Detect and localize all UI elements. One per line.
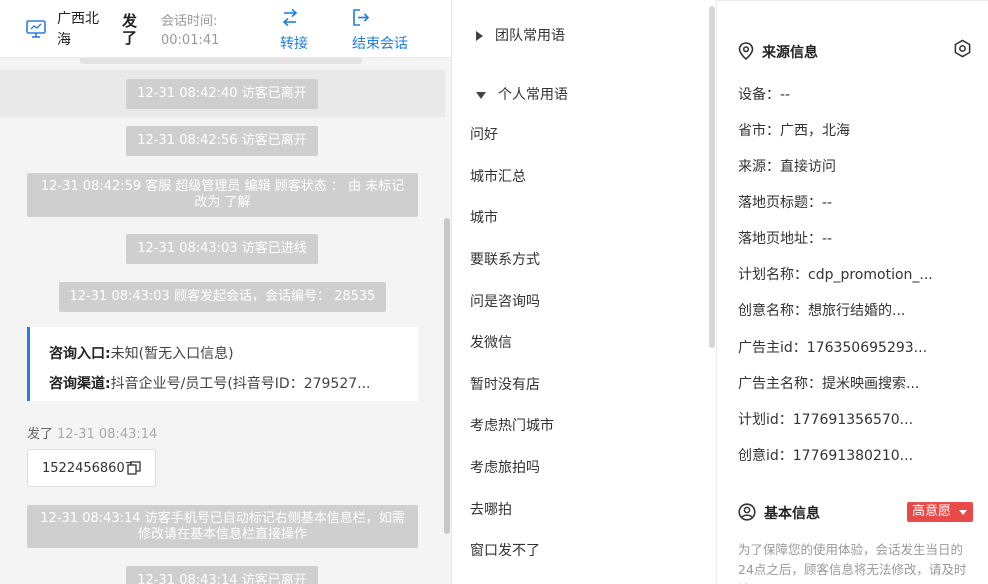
caret-down-icon xyxy=(959,510,967,515)
phrase-item[interactable]: 问好 xyxy=(470,124,498,144)
session-time-label: 会话时间: xyxy=(161,14,218,29)
personal-phrases-label: 个人常用语 xyxy=(498,87,568,103)
message-sender: 发了 12-31 08:43:14 xyxy=(27,423,157,442)
system-message: 12-31 08:42:56 访客已离开 xyxy=(126,126,318,156)
transfer-button[interactable]: 转接 xyxy=(280,8,308,53)
source-info-title: 来源信息 xyxy=(738,42,818,62)
monitor-icon xyxy=(26,20,46,38)
system-message: 12-31 08:43:03 顾客发起会话，会话编号： 28535 xyxy=(59,282,386,312)
intent-value: 高意愿 xyxy=(912,504,952,519)
message-text: 15224568607 xyxy=(42,461,133,476)
phrases-scrollbar[interactable] xyxy=(709,6,715,348)
session-time: 00:01:41 xyxy=(161,33,220,48)
source-info-row: 省市：广西，北海 xyxy=(738,123,850,139)
previous-message-edge xyxy=(80,58,362,64)
source-info-row: 广告主名称：提米映画搜索... xyxy=(738,376,920,392)
phrase-item[interactable]: 发微信 xyxy=(470,332,512,352)
transfer-label: 转接 xyxy=(280,36,308,52)
team-phrases-group[interactable]: 团队常用语 xyxy=(476,25,565,45)
personal-phrases-group[interactable]: 个人常用语 xyxy=(476,84,568,104)
system-message: 12-31 08:43:03 访客已进线 xyxy=(126,234,318,264)
phrase-item[interactable]: 窗口发不了 xyxy=(470,540,540,560)
end-session-label: 结束会话 xyxy=(352,36,408,52)
chat-scrollbar[interactable] xyxy=(444,218,450,534)
phrase-item[interactable]: 去哪拍 xyxy=(470,499,512,519)
phrase-item[interactable]: 暂时没有店 xyxy=(470,374,540,394)
chat-panel: 广西北海 发了 会话时间: 00:01:41 转接 结束会话 12-31 08:… xyxy=(0,0,452,584)
panel-divider xyxy=(717,0,988,6)
basic-info-label: 基本信息 xyxy=(764,506,820,522)
source-info-row: 设备：-- xyxy=(738,87,791,103)
user-circle-icon xyxy=(738,503,756,521)
phrase-item[interactable]: 考虑热门城市 xyxy=(470,415,554,435)
customer-info-panel: 来源信息 设备：-- 省市：广西，北海 来源：直接访问 落地页标题：-- 落地页… xyxy=(717,0,988,584)
visitor-name: 发了 xyxy=(122,12,138,47)
sender-time: 12-31 08:43:14 xyxy=(57,427,158,442)
chat-header: 广西北海 发了 会话时间: 00:01:41 转接 结束会话 xyxy=(0,0,451,58)
system-message: 12-31 08:42:40 访客已离开 xyxy=(126,79,318,109)
logout-icon xyxy=(353,9,370,26)
consult-info-card: 咨询入口:未知(暂无入口信息) 咨询渠道:抖音企业号/员工号(抖音号ID：279… xyxy=(27,327,418,401)
source-info-label: 来源信息 xyxy=(762,45,818,61)
caret-down-icon xyxy=(476,91,486,99)
consult-entry-label: 咨询入口: xyxy=(49,346,111,362)
phrase-item[interactable]: 要联系方式 xyxy=(470,249,540,269)
source-info-row: 创意名称：想旅行结婚的... xyxy=(738,303,906,319)
system-message: 12-31 08:43:14 访客已离开 xyxy=(126,566,318,584)
consult-channel-value: 抖音企业号/员工号(抖音号ID：279527... xyxy=(110,376,371,392)
system-message: 12-31 08:43:14 访客手机号已自动标记右侧基本信息栏，如需修改请在基… xyxy=(27,505,418,548)
source-info-row: 来源：直接访问 xyxy=(738,159,836,175)
phrase-item[interactable]: 城市汇总 xyxy=(470,166,526,186)
consult-entry-row: 咨询入口:未知(暂无入口信息) xyxy=(49,339,418,369)
sender-name: 发了 xyxy=(27,427,54,442)
source-info-row: 创意id：177691380210... xyxy=(738,448,914,464)
edit-notice: 为了保障您的使用体验，会话发生当日的24点之后，顾客信息将无法修改，请及时填写。 xyxy=(738,542,967,584)
intent-dropdown[interactable]: 高意愿 xyxy=(907,502,973,522)
phrases-panel: 团队常用语 个人常用语 问好 城市汇总 城市 要联系方式 问是咨询吗 发微信 暂… xyxy=(452,0,717,584)
team-phrases-label: 团队常用语 xyxy=(495,28,565,44)
source-info-row: 落地页地址：-- xyxy=(738,231,833,247)
system-message: 12-31 08:42:59 客服 超级管理员 编辑 顾客状态 ： 由 未标记 … xyxy=(27,173,418,217)
end-session-button[interactable]: 结束会话 xyxy=(352,8,408,53)
caret-right-icon xyxy=(476,31,483,41)
settings-hex-icon[interactable] xyxy=(953,39,972,58)
visitor-location: 广西北海 xyxy=(57,11,99,48)
message-bubble[interactable]: 15224568607 xyxy=(27,449,156,487)
source-info-row: 广告主id：176350695293... xyxy=(738,340,928,356)
consult-channel-label: 咨询渠道: xyxy=(49,376,111,392)
app-root: 广西北海 发了 会话时间: 00:01:41 转接 结束会话 12-31 08:… xyxy=(0,0,988,584)
consult-entry-value: 未知(暂无入口信息) xyxy=(110,346,234,362)
copy-icon[interactable] xyxy=(127,461,141,475)
source-info-row: 落地页标题：-- xyxy=(738,195,833,211)
phrase-item[interactable]: 考虑旅拍吗 xyxy=(470,457,540,477)
source-info-row: 计划id：177691356570... xyxy=(738,412,914,428)
phrase-item[interactable]: 问是咨询吗 xyxy=(470,291,540,311)
source-info-row: 计划名称：cdp_promotion_... xyxy=(738,267,933,283)
phrase-item[interactable]: 城市 xyxy=(470,207,498,227)
basic-info-title: 基本信息 xyxy=(738,503,820,523)
location-pin-icon xyxy=(738,42,754,61)
consult-channel-row: 咨询渠道:抖音企业号/员工号(抖音号ID：279527... xyxy=(49,369,418,399)
transfer-icon xyxy=(282,8,298,27)
